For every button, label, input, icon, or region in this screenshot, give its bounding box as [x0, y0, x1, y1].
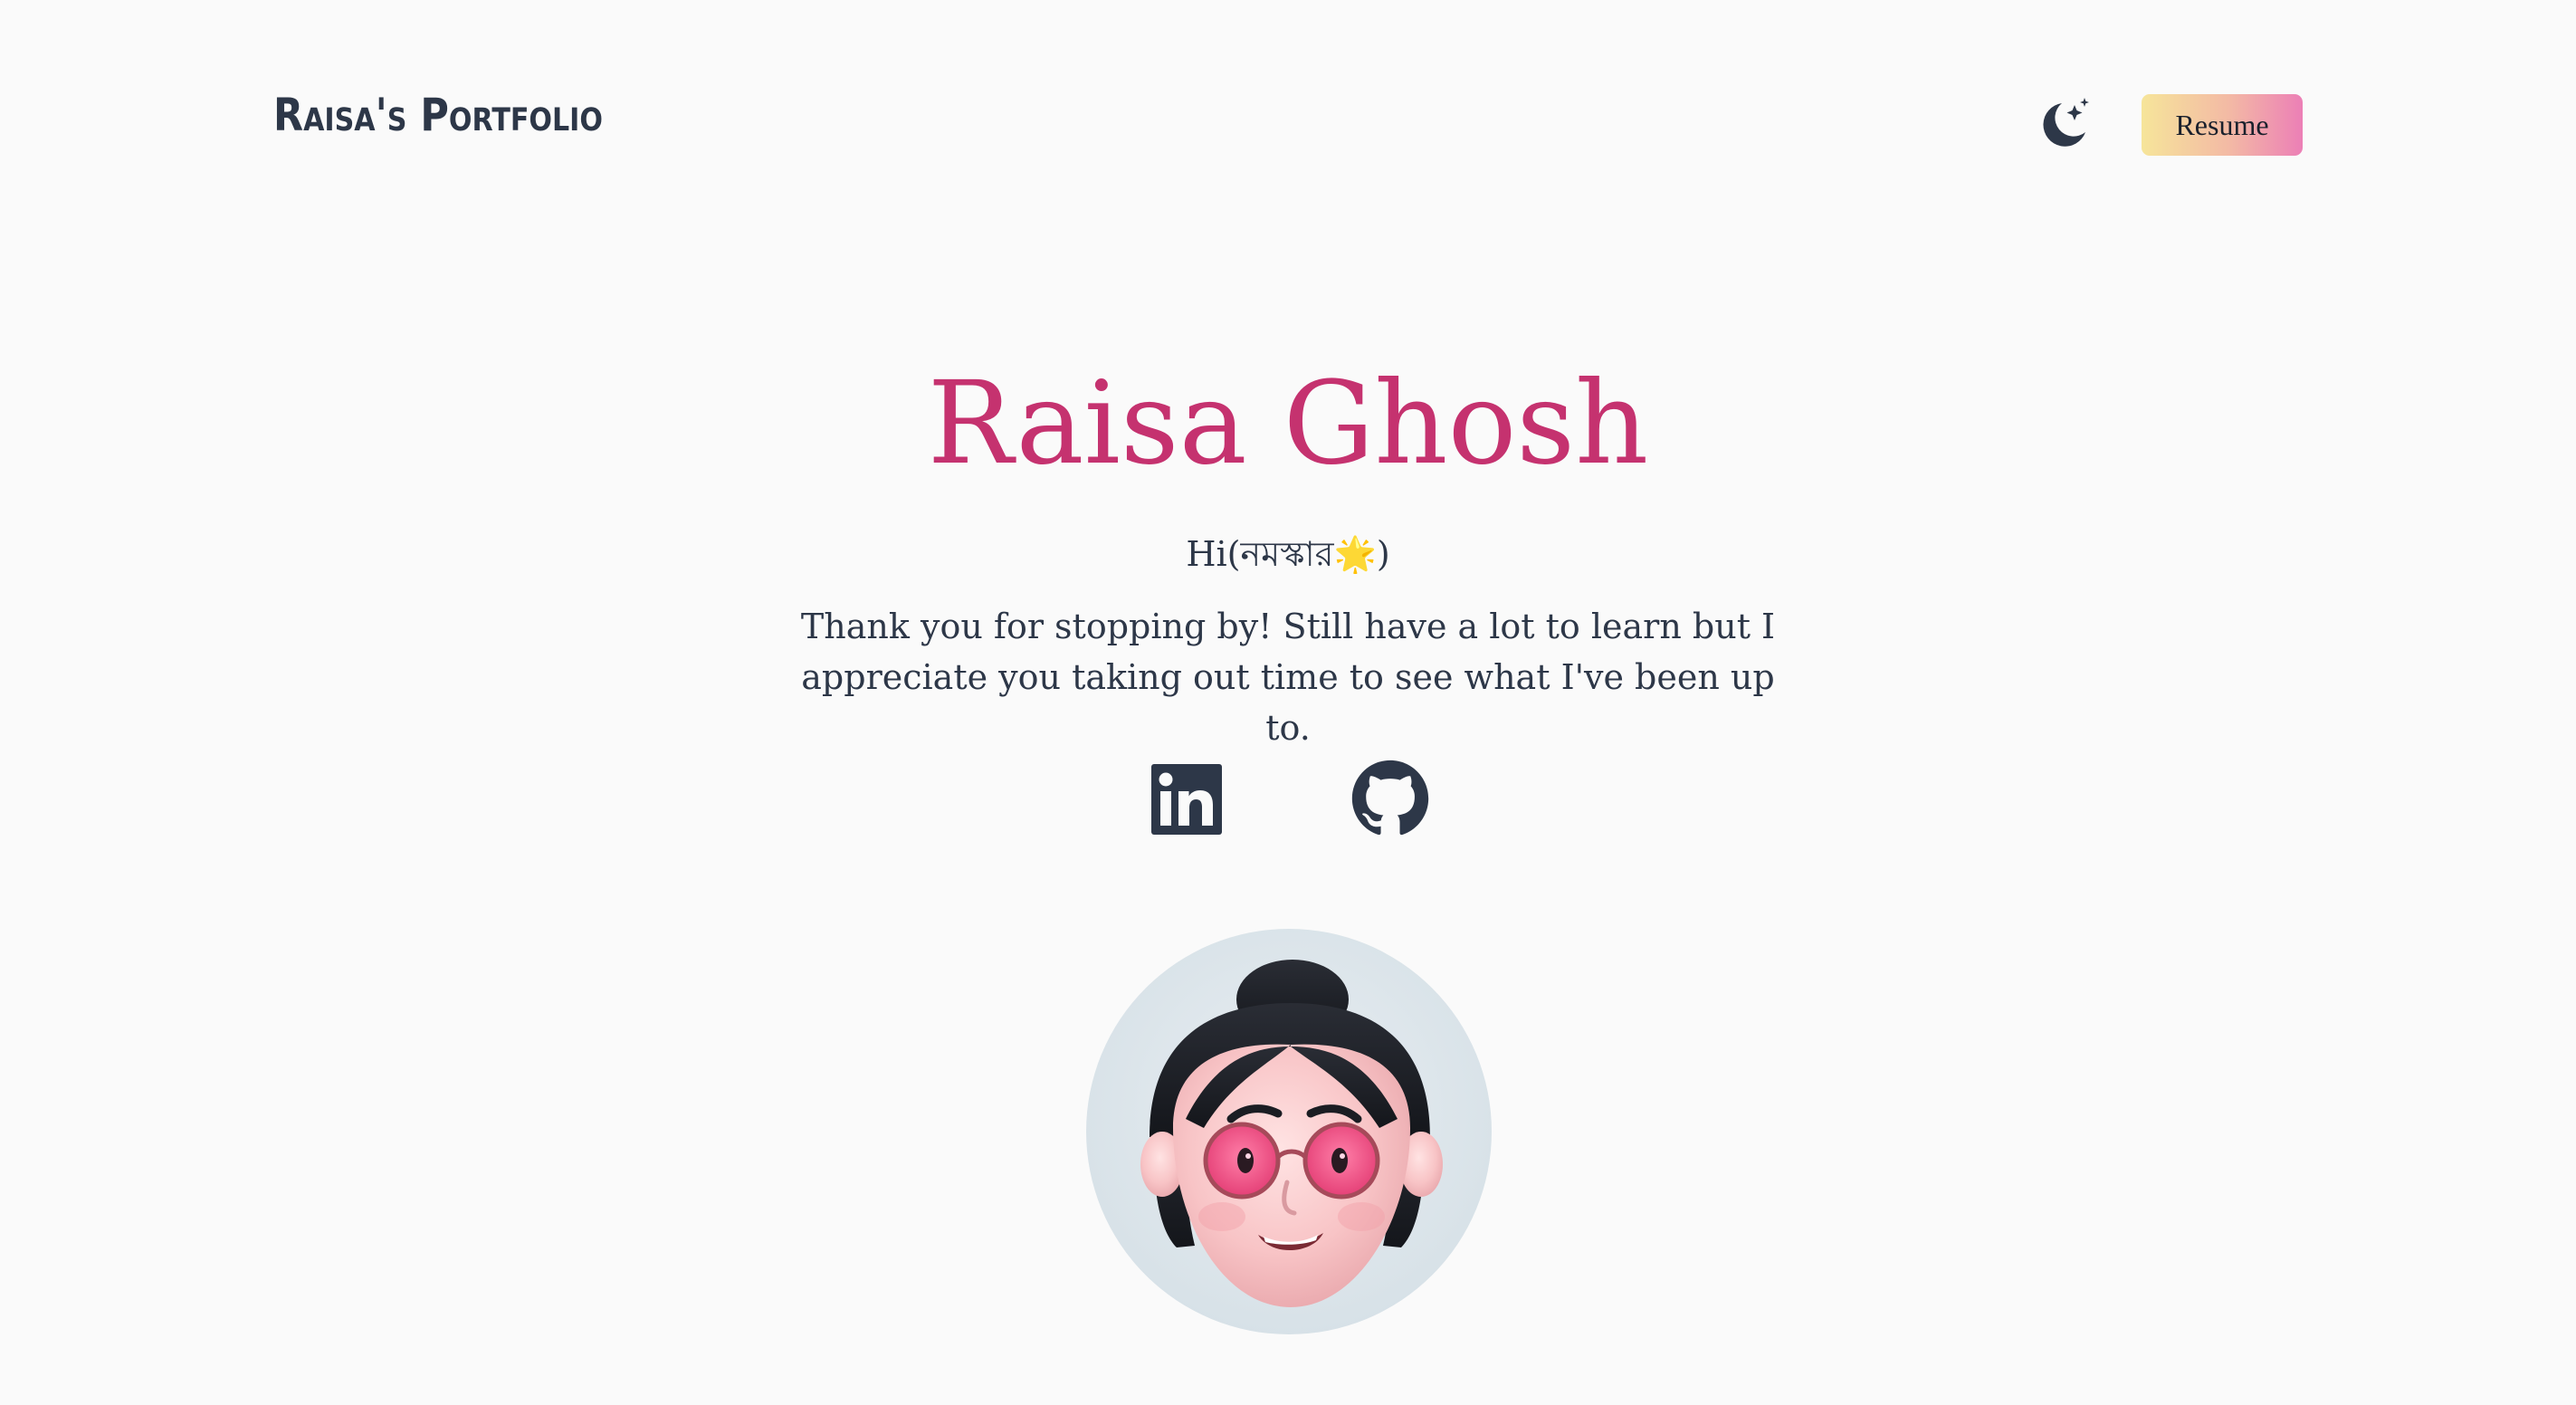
theme-toggle-button[interactable] [2035, 96, 2093, 154]
brand-logo[interactable]: Raisa's Portfolio [273, 89, 603, 141]
moon-stars-icon [2043, 98, 2089, 147]
github-link[interactable] [1350, 759, 1430, 838]
greeting-text: Hi(নমস্কার🌟) [1186, 534, 1390, 574]
linkedin-icon [1151, 764, 1222, 835]
intro-text: Thank you for stopping by! Still have a … [800, 607, 1776, 748]
resume-button[interactable]: Resume [2142, 94, 2303, 156]
navbar: Raisa's Portfolio Resume [0, 0, 2576, 253]
github-icon [1351, 760, 1429, 836]
avatar [1086, 929, 1492, 1334]
memoji-avatar [1140, 960, 1443, 1307]
hero-name: Raisa Ghosh [927, 357, 1649, 490]
linkedin-link[interactable] [1151, 764, 1222, 835]
